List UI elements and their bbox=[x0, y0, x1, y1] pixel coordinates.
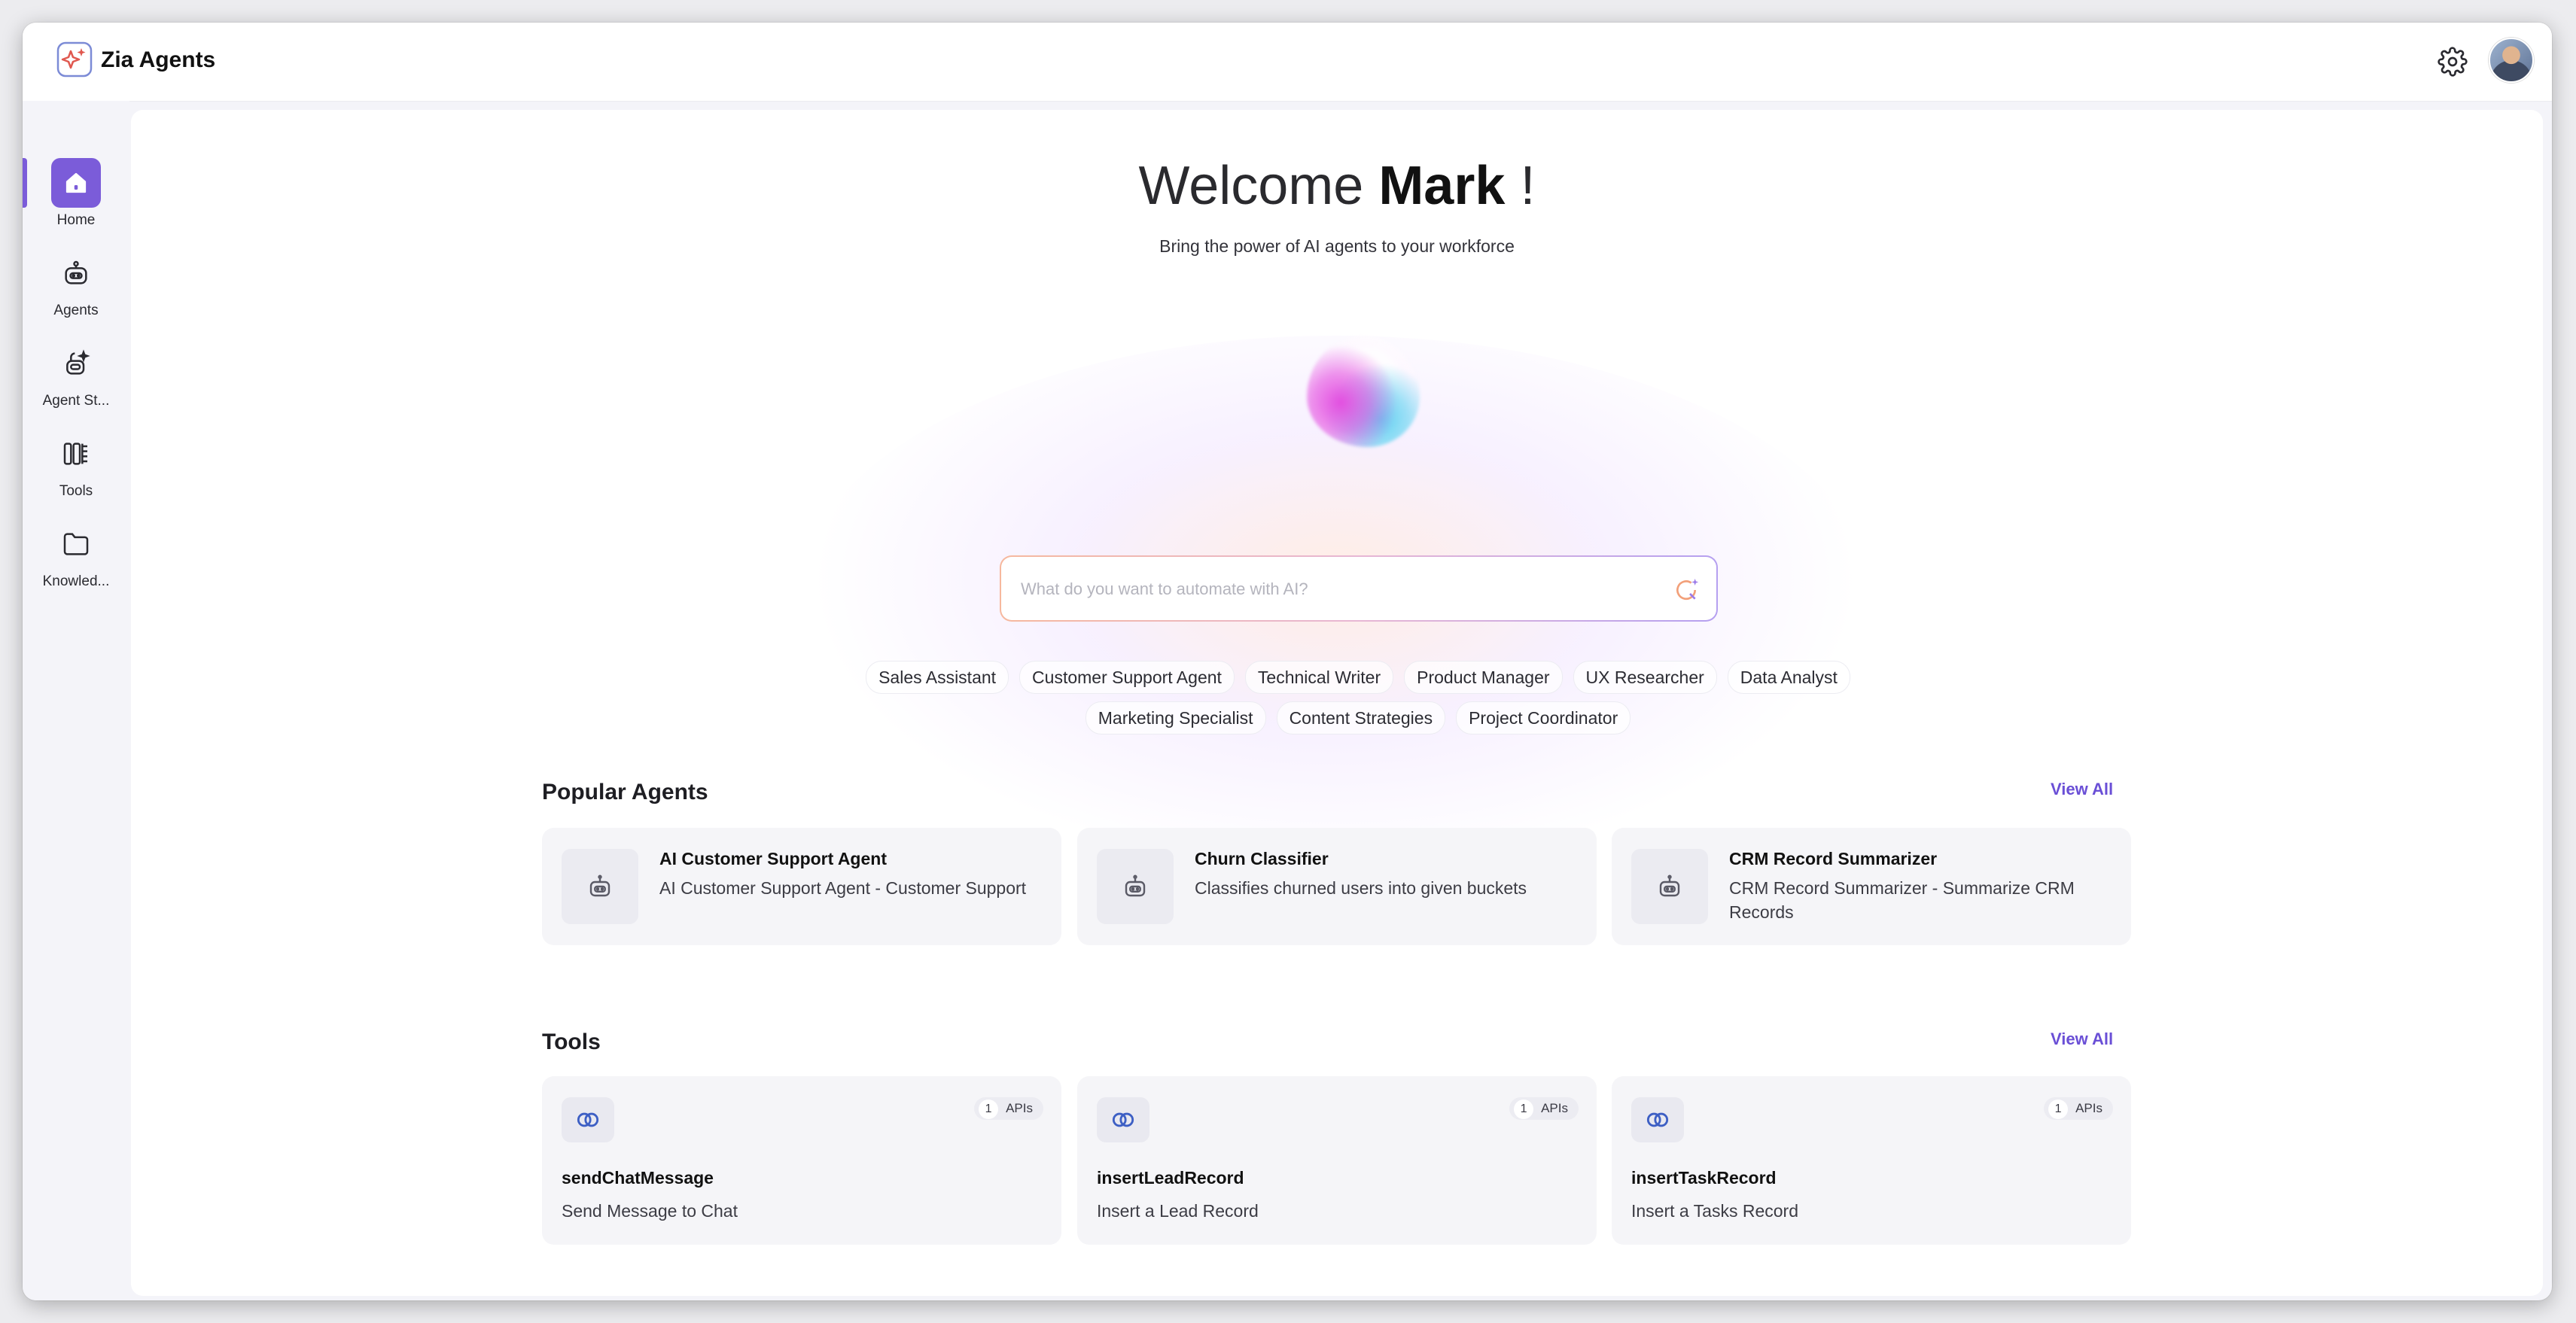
robot-icon bbox=[1097, 849, 1174, 924]
suggestion-row-2: Marketing Specialist Content Strategies Pr… bbox=[808, 701, 1908, 734]
popular-agents-title: Popular Agents bbox=[542, 780, 708, 804]
user-name: Mark bbox=[1378, 156, 1506, 216]
link-icon bbox=[1631, 1097, 1684, 1142]
avatar[interactable] bbox=[2489, 38, 2534, 83]
robot-icon bbox=[1631, 849, 1708, 924]
sidebar-item-label: Tools bbox=[59, 483, 93, 499]
agent-name: AI Customer Support Agent bbox=[659, 849, 887, 868]
link-icon bbox=[1097, 1097, 1149, 1142]
api-label: APIs bbox=[1006, 1101, 1033, 1115]
sidebar-item-label: Knowled... bbox=[42, 573, 110, 589]
tools-view-all-link[interactable]: View All bbox=[2051, 1030, 2113, 1049]
sidebar-item-label: Home bbox=[56, 212, 96, 228]
agent-description: CRM Record Summarizer - Summarize CRM Re… bbox=[1729, 878, 2075, 922]
sidebar-item-knowledge[interactable]: Knowled... bbox=[23, 519, 129, 602]
tool-description: Send Message to Chat bbox=[562, 1201, 738, 1221]
app-title: Zia Agents bbox=[101, 47, 216, 72]
api-count: 1 bbox=[979, 1099, 999, 1119]
tool-name: insertTaskRecord bbox=[1631, 1168, 1777, 1188]
robot-icon bbox=[51, 248, 101, 298]
welcome-prefix: Welcome bbox=[1138, 156, 1364, 216]
hero-subtitle: Bring the power of AI agents to your wor… bbox=[1159, 236, 1515, 256]
suggestion-chip[interactable]: Data Analyst bbox=[1727, 661, 1850, 694]
suggestion-chip[interactable]: Sales Assistant bbox=[866, 661, 1009, 694]
api-count-badge: 1 APIs bbox=[2044, 1097, 2113, 1120]
agent-card[interactable]: Churn Classifier Classifies churned user… bbox=[1077, 828, 1597, 945]
zia-logo-icon bbox=[56, 41, 93, 78]
folder-icon bbox=[51, 519, 101, 569]
agent-studio-icon bbox=[51, 339, 101, 388]
api-count-badge: 1 APIs bbox=[1509, 1097, 1579, 1120]
suggestion-chip[interactable]: Marketing Specialist bbox=[1085, 701, 1266, 734]
tools-title: Tools bbox=[542, 1030, 601, 1054]
suggestion-chip[interactable]: Customer Support Agent bbox=[1019, 661, 1235, 694]
main-content: Welcome Mark ! Bring the power of AI age… bbox=[131, 110, 2543, 1296]
app-window: Zia Agents Home Agents Agent St... Tools… bbox=[23, 23, 2552, 1300]
suggestion-row-1: Sales Assistant Customer Support Agent Tec… bbox=[808, 661, 1908, 694]
tool-description: Insert a Lead Record bbox=[1097, 1201, 1259, 1221]
api-count: 1 bbox=[1514, 1099, 1534, 1119]
api-count-badge: 1 APIs bbox=[974, 1097, 1043, 1120]
tool-card[interactable]: 1 APIs insertLeadRecord Insert a Lead Rec… bbox=[1077, 1076, 1597, 1245]
sidebar: Home Agents Agent St... Tools Knowled... bbox=[23, 101, 129, 1300]
agent-description: AI Customer Support Agent - Customer Sup… bbox=[659, 878, 1027, 898]
automation-search-box[interactable] bbox=[1000, 555, 1718, 622]
search-input[interactable] bbox=[1019, 557, 1640, 622]
agent-name: CRM Record Summarizer bbox=[1729, 849, 1938, 868]
sidebar-item-tools[interactable]: Tools bbox=[23, 429, 129, 512]
api-label: APIs bbox=[2075, 1101, 2103, 1115]
agent-name: Churn Classifier bbox=[1195, 849, 1329, 868]
api-label: APIs bbox=[1541, 1101, 1568, 1115]
welcome-suffix: ! bbox=[1520, 156, 1536, 216]
agent-description: Classifies churned users into given buck… bbox=[1195, 878, 1527, 898]
api-count: 1 bbox=[2048, 1099, 2069, 1119]
tool-description: Insert a Tasks Record bbox=[1631, 1201, 1799, 1221]
suggestion-chip[interactable]: Content Strategies bbox=[1276, 701, 1446, 734]
home-icon bbox=[51, 158, 101, 208]
sidebar-item-agents[interactable]: Agents bbox=[23, 248, 129, 331]
tool-name: sendChatMessage bbox=[562, 1168, 714, 1188]
sidebar-item-label: Agents bbox=[53, 303, 99, 318]
ai-spark-icon[interactable] bbox=[1671, 575, 1701, 605]
top-header: Zia Agents bbox=[23, 23, 2552, 102]
agent-card[interactable]: AI Customer Support Agent AI Customer Su… bbox=[542, 828, 1061, 945]
tool-card[interactable]: 1 APIs sendChatMessage Send Message to Ch… bbox=[542, 1076, 1061, 1245]
suggestion-chip[interactable]: Product Manager bbox=[1404, 661, 1563, 694]
tool-name: insertLeadRecord bbox=[1097, 1168, 1244, 1188]
welcome-heading: Welcome Mark ! bbox=[131, 155, 2543, 217]
suggestion-chip[interactable]: UX Researcher bbox=[1573, 661, 1717, 694]
popular-agents-view-all-link[interactable]: View All bbox=[2051, 780, 2113, 799]
gear-icon[interactable] bbox=[2433, 42, 2472, 81]
link-icon bbox=[562, 1097, 614, 1142]
sidebar-item-agent-studio[interactable]: Agent St... bbox=[23, 339, 129, 421]
tool-card[interactable]: 1 APIs insertTaskRecord Insert a Tasks Re… bbox=[1612, 1076, 2131, 1245]
sidebar-item-home[interactable]: Home bbox=[23, 158, 129, 241]
agent-card[interactable]: CRM Record Summarizer CRM Record Summari… bbox=[1612, 828, 2131, 945]
suggestion-chip[interactable]: Technical Writer bbox=[1244, 661, 1394, 694]
suggestion-chip[interactable]: Project Coordinator bbox=[1456, 701, 1631, 734]
tools-icon bbox=[51, 429, 101, 479]
sidebar-item-label: Agent St... bbox=[42, 393, 110, 409]
robot-icon bbox=[562, 849, 638, 924]
